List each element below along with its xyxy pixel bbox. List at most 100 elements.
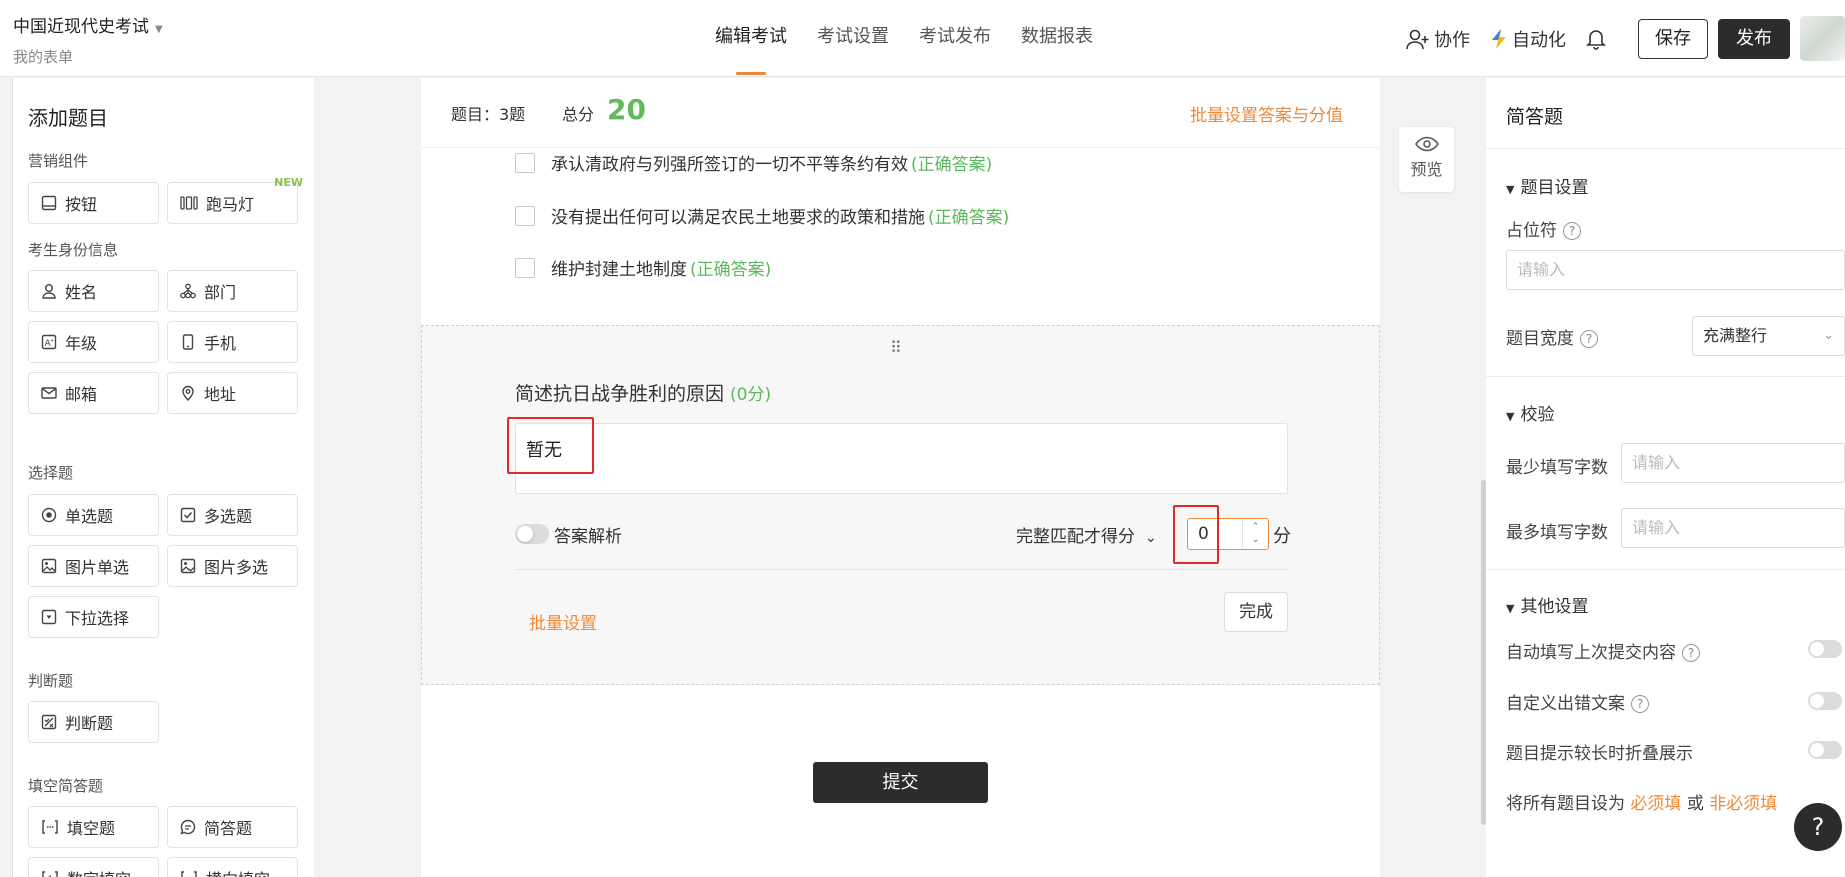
- chevron-down-icon[interactable]: ⌄: [1252, 535, 1260, 545]
- custom-error-toggle[interactable]: [1808, 692, 1842, 710]
- my-forms-link[interactable]: 我的表单: [13, 46, 73, 67]
- submit-button[interactable]: 提交: [813, 762, 988, 803]
- component-image-single[interactable]: 图片单选: [28, 545, 159, 587]
- component-department[interactable]: 部门: [167, 270, 298, 312]
- help-button[interactable]: ?: [1794, 803, 1842, 851]
- component-label: 姓名: [65, 283, 98, 302]
- score-unit: 分: [1273, 526, 1291, 547]
- automation-icon: [1492, 28, 1506, 49]
- component-short-answer[interactable]: 简答题: [167, 806, 298, 848]
- question-title[interactable]: 简述抗日战争胜利的原因 (0分): [515, 379, 771, 406]
- tab-exam-publish[interactable]: 考试发布: [904, 0, 1006, 77]
- top-bar: 中国近现代史考试 ▼ 我的表单 编辑考试 考试设置 考试发布 数据报表 协作 自动…: [0, 0, 1845, 77]
- max-chars-input[interactable]: 请输入: [1621, 508, 1845, 548]
- form-title-dropdown[interactable]: 中国近现代史考试 ▼: [13, 12, 163, 37]
- publish-button[interactable]: 发布: [1718, 18, 1790, 59]
- correct-answer-tag: (正确答案): [928, 208, 1010, 228]
- option-checkbox[interactable]: [515, 205, 535, 226]
- section-validation[interactable]: ▼ 校验: [1506, 400, 1554, 425]
- component-button[interactable]: 按钮: [28, 182, 159, 224]
- button-icon: [41, 195, 57, 211]
- section-label: 校验: [1520, 405, 1555, 425]
- avatar[interactable]: [1800, 16, 1845, 61]
- option-item[interactable]: 维护封建土地制度 (正确答案): [515, 255, 771, 280]
- option-text: 维护封建土地制度: [551, 260, 687, 280]
- automation-button[interactable]: 自动化: [1490, 26, 1566, 52]
- group-marketing: 营销组件: [28, 152, 89, 170]
- component-label: 邮箱: [65, 385, 98, 404]
- location-icon: [182, 385, 194, 401]
- component-label: 简答题: [204, 819, 253, 838]
- question-summary-bar: 题目：3题 总分 20 批量设置答案与分值: [421, 78, 1380, 148]
- fold-hint-toggle[interactable]: [1808, 741, 1842, 759]
- component-number-fill[interactable]: 1 数字填空: [28, 857, 159, 877]
- component-image-multi[interactable]: 图片多选: [167, 545, 298, 587]
- width-select[interactable]: 充满整行 ⌄: [1692, 316, 1845, 356]
- component-dropdown[interactable]: 下拉选择: [28, 596, 159, 638]
- footer-prefix: 将所有题目设为: [1506, 794, 1625, 814]
- analysis-toggle[interactable]: [515, 524, 549, 544]
- section-label: 其他设置: [1520, 597, 1589, 617]
- batch-answer-score-link[interactable]: 批量设置答案与分值: [1190, 101, 1343, 126]
- drag-handle-icon[interactable]: ⠿: [890, 338, 903, 357]
- org-icon: [180, 283, 196, 299]
- batch-settings-link[interactable]: 批量设置: [529, 609, 597, 634]
- stepper-arrows[interactable]: ⌃ ⌄: [1242, 519, 1268, 549]
- component-judge[interactable]: 判断题: [28, 701, 159, 743]
- help-icon[interactable]: ?: [1682, 644, 1700, 662]
- save-button[interactable]: 保存: [1638, 18, 1708, 59]
- component-fill-blank[interactable]: 填空题: [28, 806, 159, 848]
- component-label: 下拉选择: [65, 609, 130, 628]
- component-name[interactable]: 姓名: [28, 270, 159, 312]
- fold-hint-label: 题目提示较长时折叠展示: [1506, 744, 1693, 764]
- component-label: 按钮: [65, 195, 98, 214]
- set-all-required-link[interactable]: 必须填: [1630, 794, 1681, 814]
- tab-edit-exam[interactable]: 编辑考试: [700, 0, 802, 77]
- option-item[interactable]: 承认清政府与列强所签订的一切不平等条约有效 (正确答案): [515, 150, 992, 175]
- set-all-optional-link[interactable]: 非必须填: [1709, 794, 1777, 814]
- component-email[interactable]: 邮箱: [28, 372, 159, 414]
- help-icon[interactable]: ?: [1631, 695, 1649, 713]
- collab-button[interactable]: 协作: [1406, 26, 1470, 52]
- total-score-label: 总分: [562, 105, 595, 124]
- panel-title: 简答题: [1506, 106, 1564, 128]
- option-checkbox[interactable]: [515, 152, 535, 173]
- component-marquee[interactable]: 跑马灯 NEW: [167, 176, 303, 224]
- placeholder-input[interactable]: 请输入: [1506, 250, 1845, 290]
- notification-button[interactable]: [1586, 28, 1610, 50]
- help-icon[interactable]: ?: [1580, 330, 1598, 348]
- tab-exam-settings[interactable]: 考试设置: [802, 0, 904, 77]
- option-checkbox[interactable]: [515, 257, 535, 278]
- component-label: 图片单选: [65, 558, 130, 577]
- help-icon[interactable]: ?: [1563, 222, 1581, 240]
- component-phone[interactable]: 手机: [167, 321, 298, 363]
- preview-button[interactable]: 预览: [1399, 127, 1454, 192]
- match-mode-select[interactable]: 完整匹配才得分 ⌄: [1016, 522, 1157, 547]
- answer-input[interactable]: 暂无: [515, 423, 1288, 494]
- highlight-box-answer: [507, 417, 594, 474]
- component-single-choice[interactable]: 单选题: [28, 494, 159, 536]
- group-fill: 填空简答题: [28, 777, 104, 795]
- collab-label: 协作: [1434, 29, 1470, 51]
- main-tabs: 编辑考试 考试设置 考试发布 数据报表: [700, 0, 1108, 77]
- section-other[interactable]: ▼ 其他设置: [1506, 592, 1588, 617]
- component-label: 年级: [65, 334, 98, 353]
- chevron-down-icon: ⌄: [1823, 328, 1834, 343]
- autofill-toggle[interactable]: [1808, 640, 1842, 658]
- component-horizontal-fill[interactable]: 横向填空: [167, 857, 298, 877]
- component-label: 多选题: [204, 507, 253, 526]
- min-chars-input[interactable]: 请输入: [1621, 443, 1845, 483]
- tab-data-report[interactable]: 数据报表: [1006, 0, 1108, 77]
- component-multi-choice[interactable]: 多选题: [167, 494, 298, 536]
- section-question-settings[interactable]: ▼ 题目设置: [1506, 173, 1588, 198]
- chevron-up-icon[interactable]: ⌃: [1252, 522, 1260, 532]
- placeholder-label-text: 占位符: [1506, 221, 1557, 241]
- component-grade[interactable]: A + 年级: [28, 321, 159, 363]
- option-item[interactable]: 没有提出任何可以满足农民土地要求的政策和措施 (正确答案): [515, 203, 1009, 228]
- option-text: 承认清政府与列强所签订的一切不平等条约有效: [551, 155, 908, 175]
- max-chars-label: 最多填写字数: [1506, 523, 1608, 543]
- active-question-block[interactable]: ⠿ 简述抗日战争胜利的原因 (0分) 暂无 答案解析 完整匹配才得分 ⌄ 0 ⌃ ⌄ …: [421, 325, 1380, 685]
- component-label: 图片多选: [204, 558, 269, 577]
- component-address[interactable]: 地址: [167, 372, 298, 414]
- done-button[interactable]: 完成: [1224, 592, 1288, 632]
